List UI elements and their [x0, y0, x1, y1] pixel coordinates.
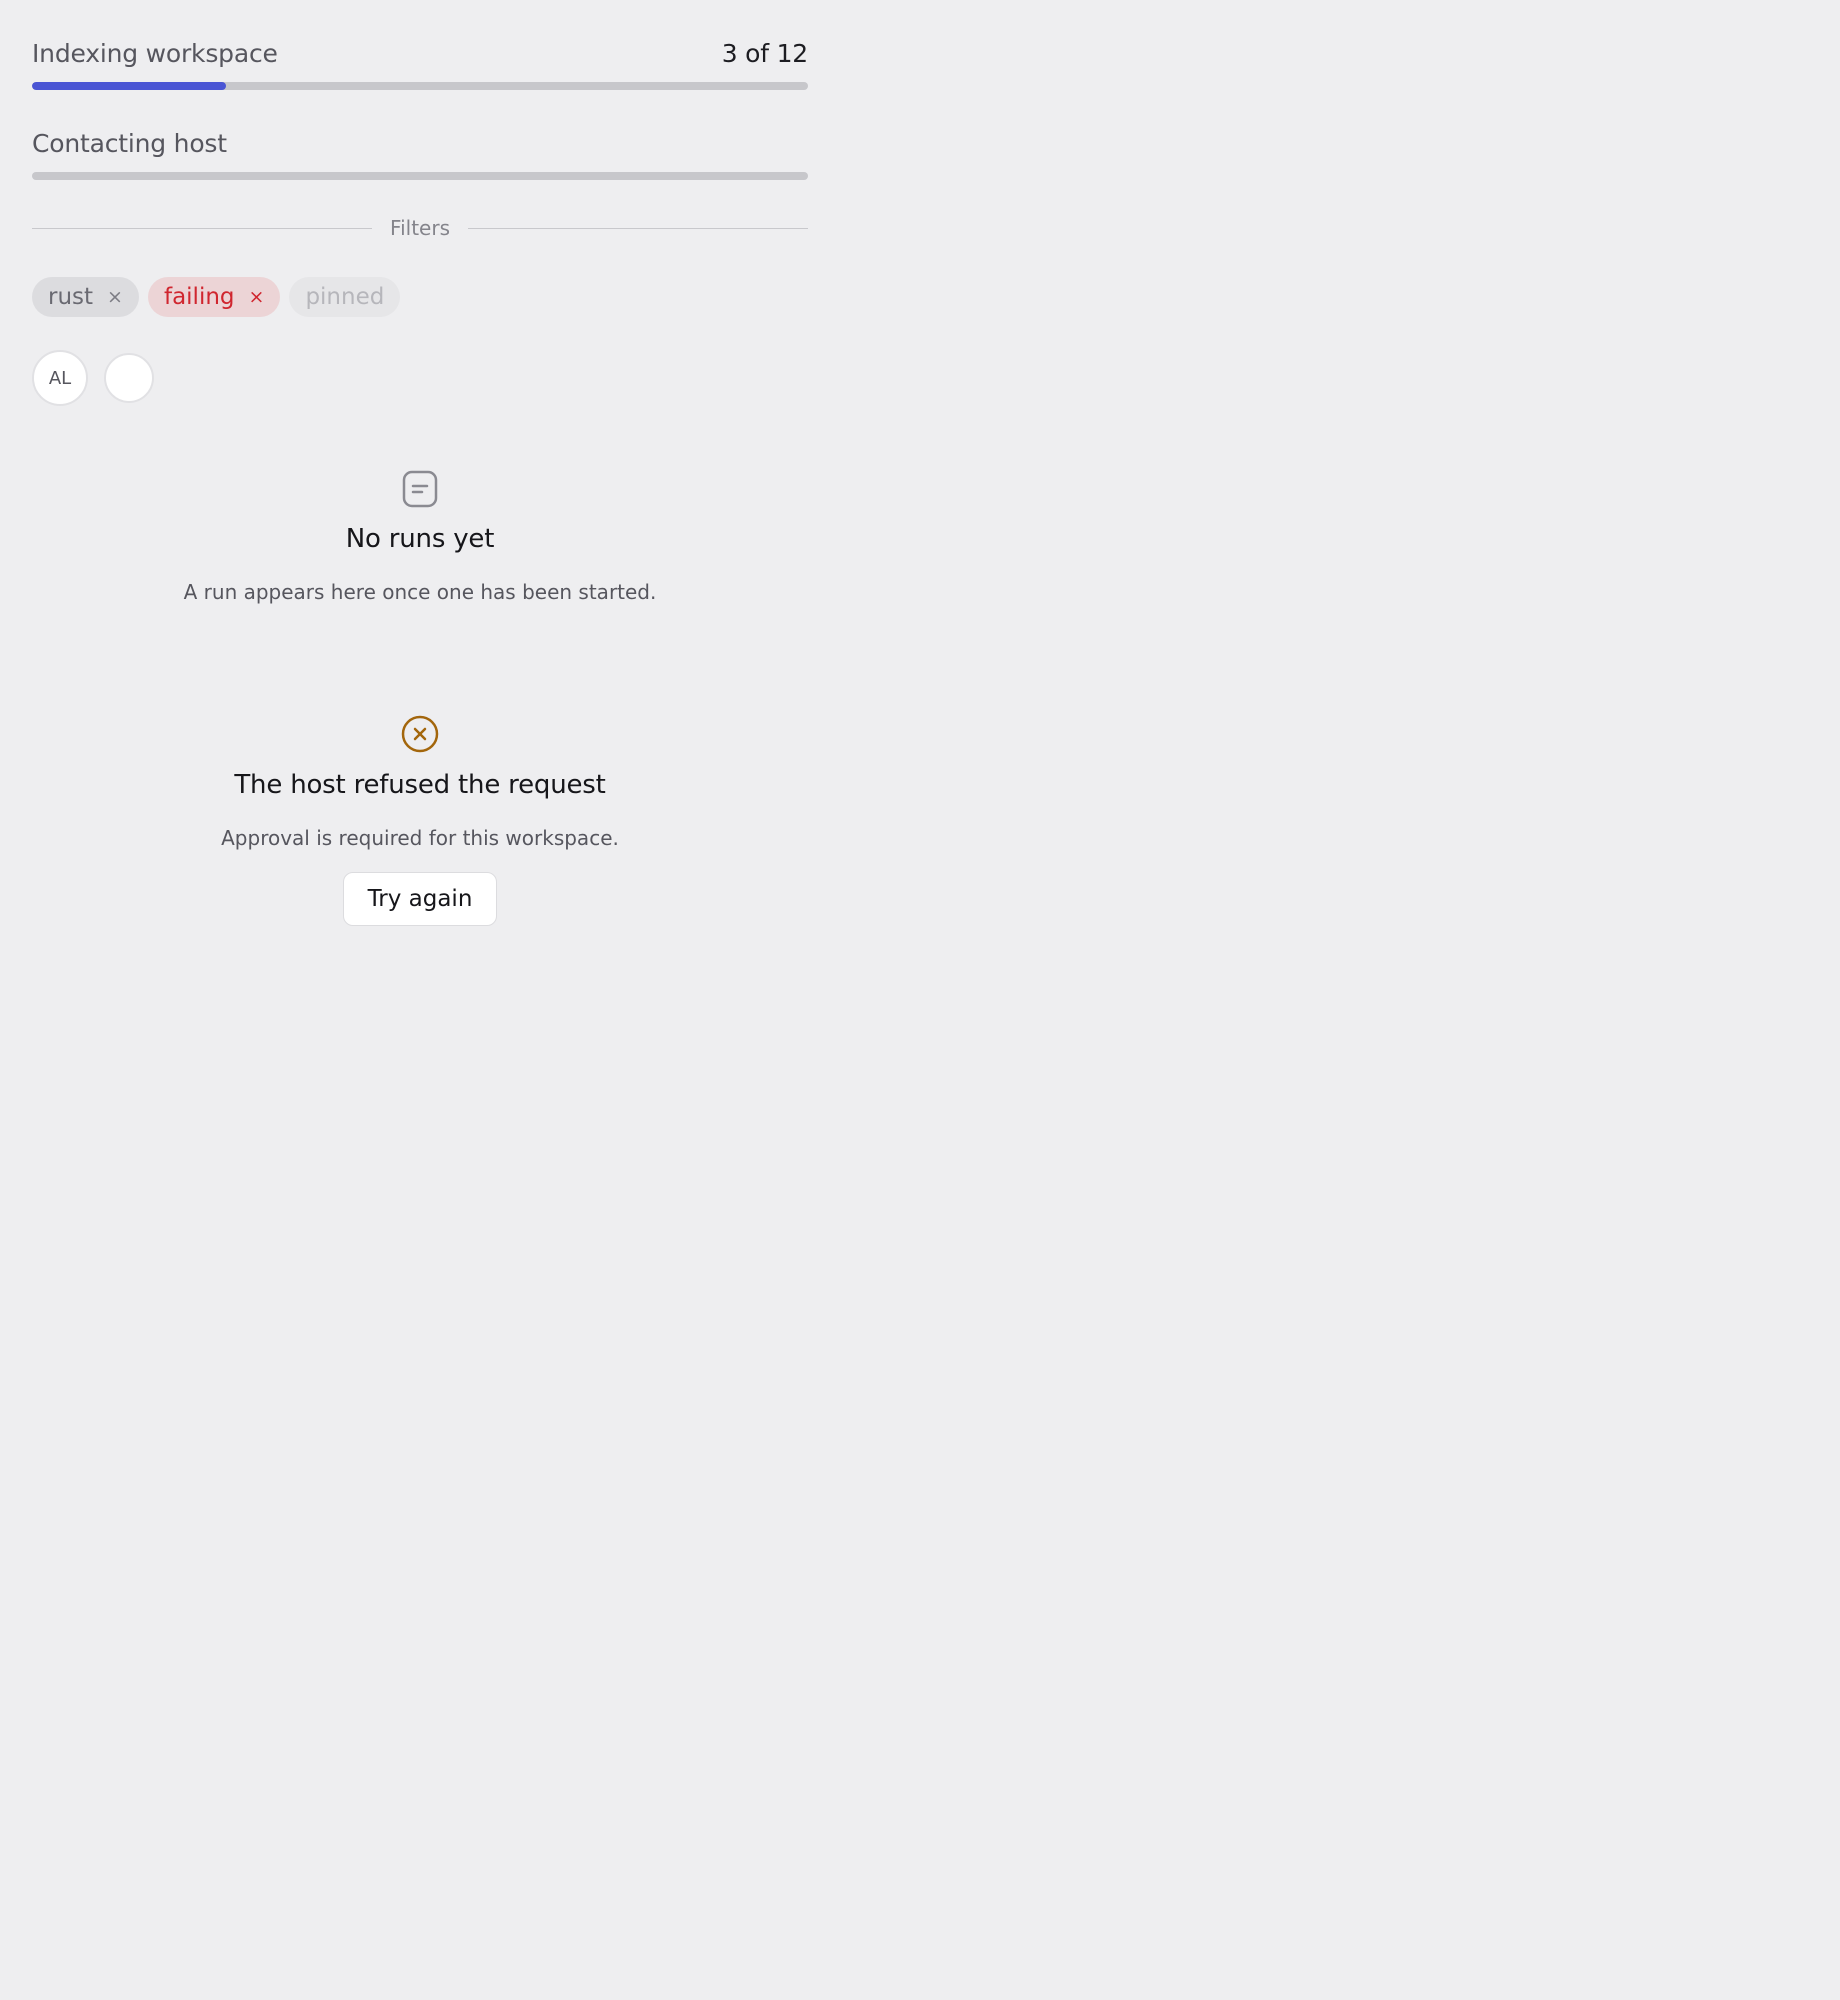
progress-fill: [32, 82, 226, 90]
error-state-title: The host refused the request: [234, 770, 606, 800]
progress-track: [32, 82, 808, 90]
error-circle-icon: [401, 715, 439, 753]
avatar[interactable]: AL: [32, 350, 88, 406]
progress-contacting-host: Contacting host: [32, 120, 808, 180]
chip-failing[interactable]: failing ×: [147, 277, 281, 317]
chip-label: rust: [48, 284, 94, 310]
divider-line: [32, 227, 373, 229]
try-again-button[interactable]: Try again: [342, 872, 498, 926]
chip-rust[interactable]: rust ×: [32, 277, 139, 317]
avatar-placeholder[interactable]: [104, 353, 154, 403]
status-panel: Indexing workspace 3 of 12 Contacting ho…: [32, 30, 809, 926]
empty-state-title: No runs yet: [345, 524, 495, 554]
filter-chips: rust × failing × pinned: [32, 277, 808, 317]
remove-icon[interactable]: ×: [249, 286, 265, 308]
filters-label: Filters: [390, 216, 450, 240]
progress-indexing: Indexing workspace 3 of 12: [32, 30, 808, 90]
avatar-group: AL: [32, 350, 808, 406]
progress-count: 3 of 12: [721, 38, 809, 68]
empty-state-text: A run appears here once one has been sta…: [183, 580, 657, 604]
divider-line: [467, 227, 809, 229]
error-state: The host refused the request Approval is…: [32, 714, 808, 926]
progress-label: Indexing workspace: [32, 38, 278, 68]
empty-state: No runs yet A run appears here once one …: [32, 470, 808, 604]
progress-track: [32, 172, 808, 180]
avatar-initials: AL: [48, 367, 72, 389]
remove-icon[interactable]: ×: [107, 286, 123, 308]
chip-label: pinned: [305, 284, 385, 310]
chip-label: failing: [163, 284, 235, 310]
chip-pinned: pinned: [289, 277, 401, 317]
document-icon: [402, 470, 438, 508]
progress-label: Contacting host: [32, 128, 227, 158]
error-state-text: Approval is required for this workspace.: [221, 826, 619, 850]
filters-divider: Filters: [32, 208, 809, 248]
